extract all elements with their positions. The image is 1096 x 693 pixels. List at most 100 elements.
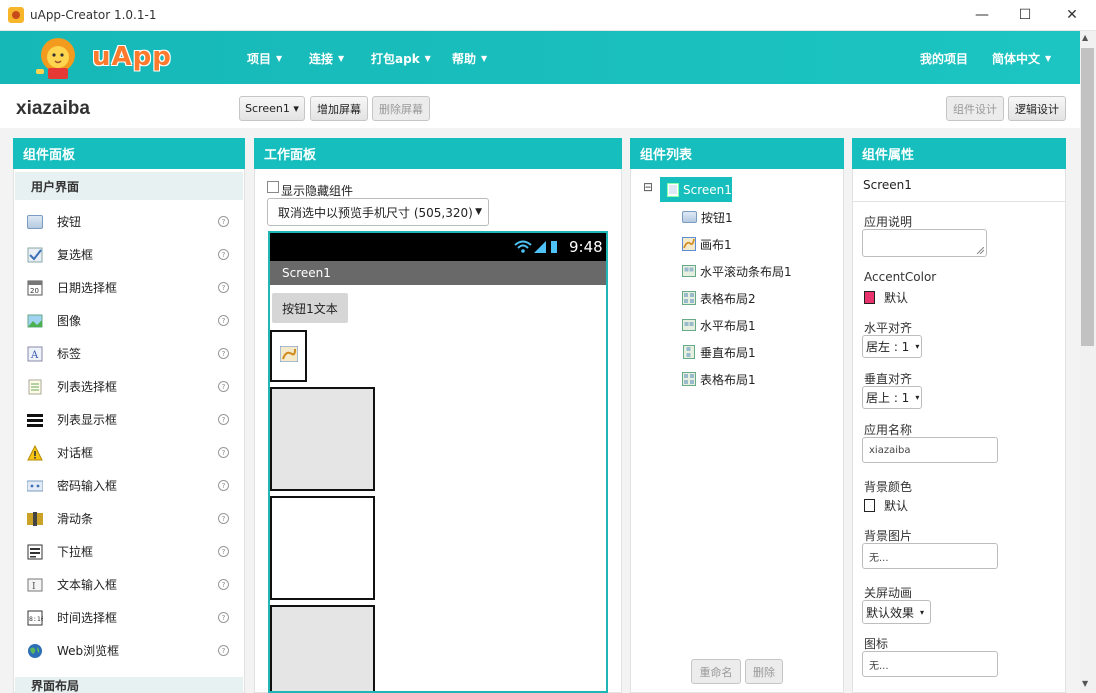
close-animation-select[interactable]: 默认效果 ▾ — [862, 600, 931, 624]
background-color-picker[interactable]: 默认 — [864, 497, 908, 514]
close-button[interactable]: ✕ — [1052, 4, 1092, 26]
palette-item-checkbox[interactable]: 复选框 ? — [15, 238, 243, 271]
resize-handle-icon — [977, 247, 984, 254]
selected-component-name: Screen1 — [863, 178, 912, 192]
language-label: 简体中文 — [992, 52, 1041, 66]
label-icon: A — [27, 346, 43, 362]
palette-item-textbox[interactable]: I 文本输入框 ? — [15, 568, 243, 601]
help-icon[interactable]: ? — [218, 348, 229, 359]
palette-category-layout[interactable]: 界面布局 — [15, 677, 243, 693]
palette-item-listview[interactable]: 列表显示框 ? — [15, 403, 243, 436]
palette-item-password[interactable]: 密码输入框 ? — [15, 469, 243, 502]
palette-item-label[interactable]: A 标签 ? — [15, 337, 243, 370]
palette-item-image[interactable]: 图像 ? — [15, 304, 243, 337]
hscroll-arrangement-preview[interactable] — [270, 387, 375, 491]
show-hidden-checkbox[interactable] — [267, 181, 279, 193]
color-swatch — [864, 499, 875, 512]
add-screen-button[interactable]: 增加屏幕 — [310, 96, 368, 121]
palette-item-timepicker[interactable]: 8:10 时间选择框 ? — [15, 601, 243, 634]
button1-preview[interactable]: 按钮1文本 — [272, 293, 348, 323]
warning-icon — [27, 444, 43, 461]
horizontal-align-value: 居左 : 1 — [866, 340, 910, 354]
palette-item-listpicker[interactable]: 列表选择框 ? — [15, 370, 243, 403]
help-icon[interactable]: ? — [218, 381, 229, 392]
tree-item-vertical-arrangement1[interactable]: 垂直布局1 — [682, 341, 756, 363]
preview-size-value: 取消选中以预览手机尺寸 (505,320) — [278, 205, 473, 220]
app-name-input[interactable]: xiazaiba — [862, 437, 998, 463]
help-icon[interactable]: ? — [218, 414, 229, 425]
vertical-align-select[interactable]: 居上 : 1 ▾ — [862, 386, 922, 409]
color-swatch — [864, 291, 875, 304]
listview-icon — [27, 412, 43, 428]
chevron-down-icon: ▾ — [915, 342, 920, 351]
icon-picker[interactable]: 无... — [862, 651, 998, 677]
help-icon[interactable]: ? — [218, 579, 229, 590]
palette-item-notifier[interactable]: 对话框 ? — [15, 436, 243, 469]
help-icon[interactable]: ? — [218, 612, 229, 623]
palette-category-user-interface[interactable]: 用户界面 — [15, 172, 243, 200]
chevron-down-icon: ▾ — [915, 393, 920, 402]
tree-item-canvas1[interactable]: 画布1 — [682, 233, 732, 255]
maximize-button[interactable]: ☐ — [1005, 4, 1045, 26]
table-arrangement2-preview[interactable] — [270, 496, 375, 600]
help-icon[interactable]: ? — [218, 645, 229, 656]
background-image-label: 背景图片 — [864, 529, 913, 543]
nav-connect-menu[interactable]: 连接 ▼ — [309, 50, 344, 67]
help-icon[interactable]: ? — [218, 216, 229, 227]
nav-build-apk-menu[interactable]: 打包apk ▼ — [371, 50, 431, 67]
help-icon[interactable]: ? — [218, 282, 229, 293]
scroll-up-icon[interactable]: ▲ — [1082, 33, 1088, 42]
language-menu[interactable]: 简体中文 ▼ — [992, 50, 1051, 67]
tree-item-hscroll-arrangement1[interactable]: 水平滚动条布局1 — [682, 260, 792, 282]
scroll-down-icon[interactable]: ▼ — [1082, 679, 1088, 688]
button-icon — [682, 211, 697, 223]
tree-item-screen1[interactable]: Screen1 — [660, 177, 732, 202]
collapse-icon[interactable]: ⊟ — [643, 180, 653, 194]
help-icon[interactable]: ? — [218, 480, 229, 491]
palette-item-webviewer[interactable]: Web浏览框 ? — [15, 634, 243, 667]
about-screen-textarea[interactable] — [862, 229, 987, 257]
tree-item-table-arrangement2[interactable]: 表格布局2 — [682, 287, 756, 309]
my-projects-link[interactable]: 我的项目 — [920, 50, 968, 67]
chevron-down-icon: ▼ — [424, 54, 431, 63]
accent-color-picker[interactable]: 默认 — [864, 289, 908, 306]
tree-item-button1[interactable]: 按钮1 — [682, 206, 733, 228]
blocks-button[interactable]: 逻辑设计 — [1008, 96, 1066, 121]
nav-help-menu[interactable]: 帮助 ▼ — [452, 50, 487, 67]
help-icon[interactable]: ? — [218, 447, 229, 458]
palette-item-datepicker[interactable]: 20 日期选择框 ? — [15, 271, 243, 304]
app-name-label: 应用名称 — [864, 423, 913, 437]
palette-item-label: 日期选择框 — [57, 281, 118, 295]
rename-button[interactable]: 重命名 — [691, 659, 741, 684]
horizontal-align-select[interactable]: 居左 : 1 ▾ — [862, 335, 922, 358]
preview-size-select[interactable]: 取消选中以预览手机尺寸 (505,320) ▼ — [267, 198, 489, 226]
horizontal-arrangement-preview[interactable] — [270, 605, 375, 691]
tree-item-horizontal-arrangement1[interactable]: 水平布局1 — [682, 314, 756, 336]
palette-item-label: 滑动条 — [57, 512, 94, 526]
lion-logo-icon — [36, 38, 75, 79]
nav-project-menu[interactable]: 项目 ▼ — [247, 50, 282, 67]
minimize-button[interactable]: — — [962, 4, 1002, 26]
remove-screen-button[interactable]: 删除屏幕 — [372, 96, 430, 121]
scrollbar-thumb[interactable] — [1081, 48, 1094, 346]
palette-item-button[interactable]: 按钮 ? — [15, 205, 243, 238]
delete-button[interactable]: 删除 — [745, 659, 783, 684]
palette-item-label: 图像 — [57, 314, 82, 328]
help-icon[interactable]: ? — [218, 546, 229, 557]
tree-item-label: 水平布局1 — [700, 318, 756, 333]
palette-item-spinner[interactable]: 下拉框 ? — [15, 535, 243, 568]
canvas1-preview[interactable] — [270, 330, 307, 382]
palette-item-label: 文本输入框 — [57, 578, 118, 592]
background-color-label: 背景颜色 — [864, 480, 913, 494]
screen-select[interactable]: Screen1 ▾ — [239, 96, 305, 121]
globe-icon — [27, 643, 43, 659]
designer-button[interactable]: 组件设计 — [946, 96, 1004, 121]
palette-item-slider[interactable]: 滑动条 ? — [15, 502, 243, 535]
palette-item-label: 对话框 — [57, 446, 94, 460]
help-icon[interactable]: ? — [218, 513, 229, 524]
help-icon[interactable]: ? — [218, 315, 229, 326]
help-icon[interactable]: ? — [218, 249, 229, 260]
textbox-icon: I — [27, 577, 43, 593]
background-image-picker[interactable]: 无... — [862, 543, 998, 569]
tree-item-table-arrangement1[interactable]: 表格布局1 — [682, 368, 756, 390]
